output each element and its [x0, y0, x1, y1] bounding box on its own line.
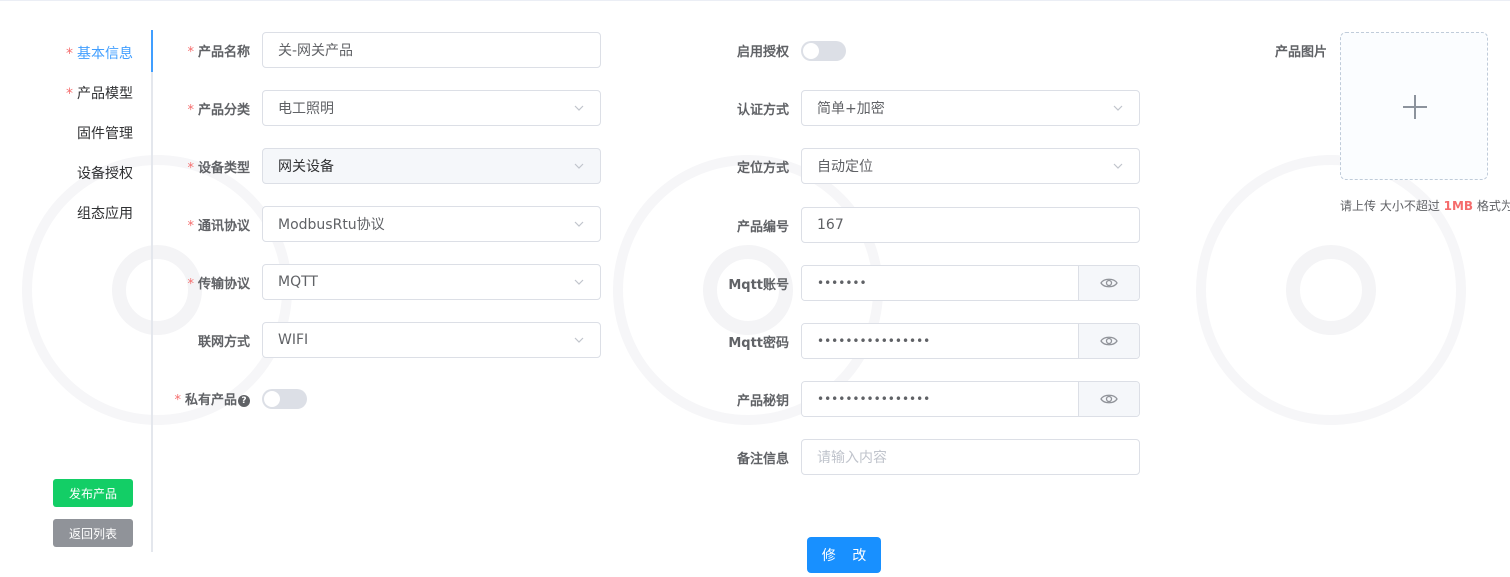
- back-to-list-button[interactable]: 返回列表: [53, 519, 133, 547]
- remark-label: 备注信息: [736, 452, 789, 467]
- show-mqtt-account-button[interactable]: [1078, 266, 1139, 300]
- product-image-label: 产品图片: [1274, 45, 1327, 60]
- category-select[interactable]: 电工照明: [262, 90, 601, 126]
- eye-icon: [1100, 278, 1118, 288]
- device-type-select[interactable]: 网关设备: [262, 148, 601, 184]
- remark-input[interactable]: 请输入内容: [801, 439, 1140, 475]
- auth-method-label: 认证方式: [736, 103, 789, 118]
- location-label: 定位方式: [736, 161, 789, 176]
- network-select[interactable]: WIFI: [262, 322, 601, 358]
- private-product-label: * 私有产品?: [174, 389, 250, 408]
- protocol-label: * 通讯协议: [187, 219, 250, 234]
- auth-enable-label: 启用授权: [736, 45, 789, 60]
- watermark-right: [1196, 155, 1466, 425]
- active-tab-indicator: [151, 30, 153, 72]
- show-mqtt-password-button[interactable]: [1078, 324, 1139, 358]
- chevron-down-icon: [574, 337, 584, 343]
- product-secret-value[interactable]: ••••••••••••••••: [802, 382, 1078, 416]
- tab-device-auth[interactable]: 设备授权: [77, 163, 133, 183]
- mqtt-account-value[interactable]: •••••••: [802, 266, 1078, 300]
- transport-label: * 传输协议: [187, 277, 250, 292]
- mqtt-password-value[interactable]: ••••••••••••••••: [802, 324, 1078, 358]
- chevron-down-icon: [574, 105, 584, 111]
- product-secret-label: 产品秘钥: [736, 394, 789, 409]
- product-no-input[interactable]: 167: [801, 207, 1140, 243]
- side-tabs: * 基本信息 * 产品模型 固件管理 设备授权 组态应用: [0, 30, 153, 552]
- product-secret-input[interactable]: ••••••••••••••••: [801, 381, 1140, 417]
- chevron-down-icon: [1113, 105, 1123, 111]
- image-upload-area[interactable]: [1340, 32, 1488, 180]
- chevron-down-icon: [574, 221, 584, 227]
- network-label: 联网方式: [197, 335, 250, 350]
- auth-enable-switch[interactable]: [801, 41, 846, 61]
- product-no-label: 产品编号: [736, 220, 789, 235]
- upload-tip: 请上传 大小不超过 1MB 格式为: [1340, 199, 1510, 213]
- eye-icon: [1100, 394, 1118, 404]
- private-product-switch[interactable]: [262, 389, 307, 409]
- location-select[interactable]: 自动定位: [801, 148, 1140, 184]
- show-product-secret-button[interactable]: [1078, 382, 1139, 416]
- eye-icon: [1100, 336, 1118, 346]
- protocol-select[interactable]: ModbusRtu协议: [262, 206, 601, 242]
- product-name-input[interactable]: 关-网关产品: [262, 32, 601, 68]
- mqtt-password-label: Mqtt密码: [728, 336, 789, 351]
- transport-select[interactable]: MQTT: [262, 264, 601, 300]
- tab-firmware[interactable]: 固件管理: [77, 123, 133, 143]
- top-divider: [0, 0, 1510, 1]
- mqtt-account-label: Mqtt账号: [728, 278, 789, 293]
- chevron-down-icon: [1113, 163, 1123, 169]
- product-name-label: * 产品名称: [187, 45, 250, 60]
- tab-scada-app[interactable]: 组态应用: [77, 203, 133, 223]
- category-label: * 产品分类: [187, 103, 250, 118]
- tab-basic-info[interactable]: * 基本信息: [66, 43, 133, 63]
- auth-method-select[interactable]: 简单+加密: [801, 90, 1140, 126]
- mqtt-password-input[interactable]: ••••••••••••••••: [801, 323, 1140, 359]
- mqtt-account-input[interactable]: •••••••: [801, 265, 1140, 301]
- chevron-down-icon: [574, 163, 584, 169]
- modify-button[interactable]: 修 改: [807, 537, 881, 573]
- tab-product-model[interactable]: * 产品模型: [66, 83, 133, 103]
- chevron-down-icon: [574, 279, 584, 285]
- device-type-label: * 设备类型: [187, 161, 250, 176]
- publish-product-button[interactable]: 发布产品: [53, 479, 133, 507]
- question-circle-icon[interactable]: ?: [238, 395, 250, 407]
